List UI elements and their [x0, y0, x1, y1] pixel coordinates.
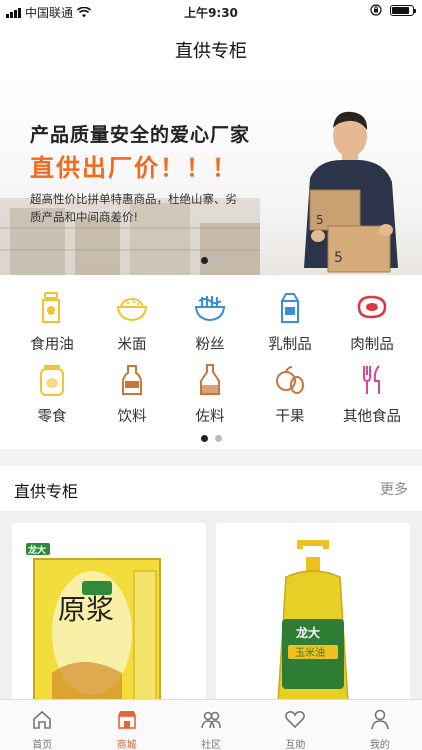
- category-label: 肉制品: [350, 337, 394, 353]
- orientation-lock-icon: [370, 4, 382, 16]
- category-drink-bottle[interactable]: 饮料: [92, 363, 172, 426]
- brand-label: 龙大: [296, 625, 320, 640]
- product-card[interactable]: 龙大 玉米油: [216, 523, 410, 703]
- noodle-bowl-icon: [194, 296, 226, 322]
- status-bar: 中国联通 上午9:30: [0, 0, 422, 22]
- tab-user[interactable]: 我的: [338, 700, 422, 750]
- category-snack-jar[interactable]: 零食: [12, 363, 92, 426]
- page-dot[interactable]: [214, 257, 222, 264]
- page-title: 直供专柜: [175, 41, 247, 62]
- category-milk-carton[interactable]: 乳制品: [250, 291, 330, 354]
- promo-banner[interactable]: 产品质量安全的爱心厂家 直供出厂价！！！ 超高性价比拼单特惠商品，杜绝山寨、劣质…: [0, 78, 422, 275]
- category-seasoning-bottle[interactable]: 佐料: [170, 363, 250, 426]
- oil-tin-icon: 龙大 原浆: [26, 543, 161, 703]
- snack-jar-icon: [40, 365, 64, 396]
- tab-home[interactable]: 首页: [0, 700, 84, 750]
- tab-label: 商城: [116, 740, 137, 750]
- product-name: 玉米油: [295, 646, 325, 659]
- category-noodle-bowl[interactable]: 粉丝: [170, 291, 250, 354]
- dried-fruit-icon: [276, 366, 304, 394]
- category-meat[interactable]: 肉制品: [332, 291, 412, 354]
- product-list: 龙大 原浆 龙大 玉米油: [0, 511, 422, 703]
- category-oil-bottle[interactable]: 食用油: [12, 291, 92, 354]
- tab-community[interactable]: 社区: [169, 700, 253, 750]
- section-title: 直供专柜: [14, 482, 79, 501]
- oil-jug-icon: 龙大 玉米油: [277, 540, 349, 703]
- shop-icon: [117, 711, 136, 729]
- page-dot[interactable]: [200, 435, 208, 442]
- category-grid: 食用油 米面 粉丝 乳制品 肉制品 零食 饮料 佐料 干果 其他食品: [0, 275, 422, 449]
- oil-bottle-icon: [42, 292, 60, 323]
- category-dried-fruit[interactable]: 干果: [250, 363, 330, 426]
- cutlery-icon: [363, 365, 380, 394]
- rice-bowl-icon: [116, 297, 148, 322]
- category-label: 零食: [37, 409, 67, 425]
- product-card[interactable]: 龙大 原浆: [12, 523, 206, 703]
- tab-bar: 首页 商城 社区 互助 我的: [0, 699, 422, 750]
- section-header: 直供专柜 更多: [0, 466, 422, 511]
- banner-headline: 产品质量安全的爱心厂家: [30, 124, 251, 146]
- category-label: 食用油: [30, 337, 74, 353]
- tab-label: 社区: [201, 740, 222, 750]
- tab-label: 我的: [369, 740, 390, 750]
- category-label: 饮料: [117, 409, 147, 425]
- banner-subheadline: 直供出厂价！！！: [30, 154, 238, 182]
- status-time: 上午9:30: [184, 6, 238, 20]
- banner-pager[interactable]: [0, 257, 422, 264]
- home-icon: [33, 710, 52, 729]
- drink-bottle-icon: [122, 365, 142, 395]
- category-label: 米面: [117, 337, 147, 353]
- battery-fill: [392, 6, 409, 14]
- page-dot[interactable]: [214, 435, 222, 442]
- category-label: 其他食品: [343, 409, 401, 425]
- tab-heart[interactable]: 互助: [253, 700, 337, 750]
- box-number-top: 5: [316, 213, 324, 227]
- nav-bar: 直供专柜: [0, 22, 422, 78]
- heart-icon: [285, 711, 306, 729]
- category-label: 乳制品: [268, 337, 312, 353]
- banner-description: 超高性价比拼单特惠商品，杜绝山寨、劣质产品和中间商差价!: [30, 192, 237, 224]
- category-cutlery[interactable]: 其他食品: [332, 363, 412, 426]
- status-right: [370, 4, 416, 16]
- milk-carton-icon: [281, 293, 299, 323]
- category-pager[interactable]: [0, 435, 422, 442]
- user-icon: [371, 709, 389, 730]
- more-link[interactable]: 更多: [380, 479, 408, 499]
- category-rice-bowl[interactable]: 米面: [92, 291, 172, 354]
- category-label: 干果: [275, 409, 305, 425]
- product-name: 原浆: [58, 593, 114, 626]
- category-label: 粉丝: [195, 337, 225, 353]
- tab-shop[interactable]: 商城: [84, 700, 168, 750]
- brand-label: 龙大: [27, 544, 46, 556]
- page-dot[interactable]: [200, 257, 208, 264]
- seasoning-bottle-icon: [200, 364, 220, 395]
- tab-label: 互助: [285, 740, 306, 750]
- community-icon: [201, 711, 221, 729]
- battery-icon: [390, 4, 416, 16]
- delivery-person-image: 5 5: [304, 111, 398, 273]
- category-label: 佐料: [195, 409, 225, 425]
- tab-label: 首页: [32, 740, 53, 750]
- meat-icon: [357, 295, 387, 319]
